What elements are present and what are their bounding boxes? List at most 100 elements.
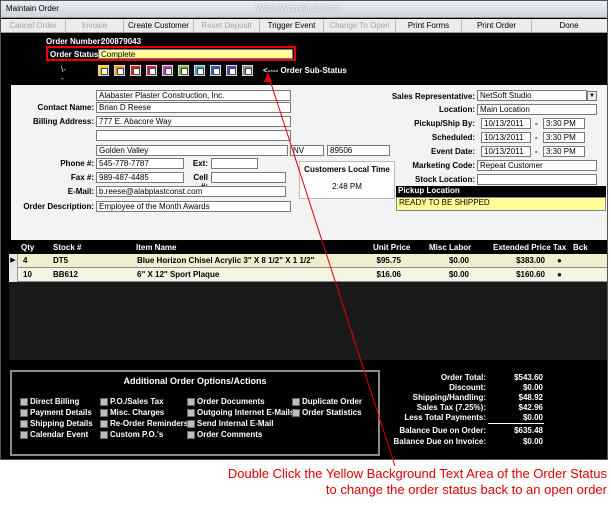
re-order-reminders-link[interactable]: Re-Order Reminders xyxy=(100,419,188,428)
order-total-label: Order Total: xyxy=(440,373,486,382)
title-bar: Maintain Order Work With All Orders xyxy=(1,1,607,18)
po-sales-tax-link[interactable]: P.O./Sales Tax xyxy=(100,397,164,406)
ext-field[interactable] xyxy=(211,158,258,169)
outgoing-emails-link[interactable]: Outgoing Internet E-Mails xyxy=(187,408,294,417)
city-field[interactable]: Golden Valley xyxy=(96,145,288,156)
row-stock: DT5 xyxy=(53,256,69,265)
calendar-event-link[interactable]: Calendar Event xyxy=(20,430,88,439)
fax-field[interactable]: 989-487-4485 xyxy=(96,172,184,183)
done-button[interactable]: Done xyxy=(532,19,606,32)
pickup-time-field[interactable]: 3:30 PM xyxy=(543,118,585,129)
col-bck[interactable]: Bck xyxy=(573,243,588,252)
address1-field[interactable]: 777 E. Abacore Way xyxy=(96,116,291,127)
pickup-ship-label: Pickup/Ship By: xyxy=(414,119,475,128)
totals-divider xyxy=(488,423,544,424)
col-misc-labor[interactable]: Misc Labor xyxy=(429,243,471,252)
order-comments-link[interactable]: Order Comments xyxy=(187,430,262,439)
pickup-location-header: Pickup Location xyxy=(396,186,606,197)
col-tax[interactable]: Tax xyxy=(553,243,566,252)
duplicate-order-link[interactable]: Duplicate Order xyxy=(292,397,362,406)
invoice-button[interactable]: Invoice xyxy=(66,19,124,32)
email-field[interactable]: b.reese@alabplastconst.com xyxy=(96,186,286,197)
col-unit-price[interactable]: Unit Price xyxy=(373,243,410,252)
trigger-event-button[interactable]: Trigger Event xyxy=(260,19,324,32)
payment-details-link[interactable]: Payment Details xyxy=(20,408,92,417)
custom-pos-link[interactable]: Custom P.O.'s xyxy=(100,430,163,439)
sub-status-flag-9[interactable] xyxy=(226,65,237,76)
shipping-details-link[interactable]: Shipping Details xyxy=(20,419,93,428)
marketing-code-field[interactable]: Repeat Customer xyxy=(477,160,597,171)
sub-status-flag-8[interactable] xyxy=(210,65,221,76)
sub-status-flag-7[interactable] xyxy=(194,65,205,76)
direct-billing-link[interactable]: Direct Billing xyxy=(20,397,79,406)
contact-field[interactable]: Brian D Reese xyxy=(96,102,291,113)
sales-rep-dropdown-icon[interactable]: ▼ xyxy=(587,91,597,101)
scheduled-time-field[interactable]: 3:30 PM xyxy=(543,132,585,143)
col-stock[interactable]: Stock # xyxy=(53,243,81,252)
order-number-label: Order Number: xyxy=(46,37,103,46)
location-label: Location: xyxy=(439,105,475,114)
row-misc-labor: $0.00 xyxy=(448,256,469,265)
sales-tax-value: $42.96 xyxy=(518,403,543,412)
reset-deposit-button[interactable]: Reset Deposit xyxy=(194,19,260,32)
location-field[interactable]: Main Location xyxy=(477,104,597,115)
row-tax-icon: ● xyxy=(557,256,562,265)
change-to-open-button[interactable]: Change To Open xyxy=(324,19,396,32)
misc-charges-link[interactable]: Misc. Charges xyxy=(100,408,164,417)
shipping-label: Shipping/Handling: xyxy=(412,393,486,402)
table-row[interactable]: ▶ 4 DT5 Blue Horizon Chisel Acrylic 3" X… xyxy=(9,254,607,268)
col-qty[interactable]: Qty xyxy=(21,243,34,252)
row-selector-icon[interactable]: ▶ xyxy=(9,254,18,268)
print-forms-button[interactable]: Print Forms xyxy=(396,19,462,32)
cell-field[interactable] xyxy=(211,172,286,183)
address2-field[interactable] xyxy=(96,130,291,141)
scheduled-date-field[interactable]: 10/13/2011 xyxy=(481,132,531,143)
stock-location-field[interactable] xyxy=(477,174,597,185)
shipping-value: $48.92 xyxy=(518,393,543,402)
cancel-order-button[interactable]: Cancel Order xyxy=(1,19,66,32)
sub-status-flag-2[interactable] xyxy=(114,65,125,76)
order-items-empty-area[interactable] xyxy=(9,282,607,360)
col-extended-price[interactable]: Extended Price xyxy=(493,243,551,252)
maintain-order-window: Maintain Order Work With All Orders Canc… xyxy=(0,0,608,460)
toolbar: Cancel Order Invoice Create Customer Res… xyxy=(1,19,607,33)
sub-status-flag-1[interactable] xyxy=(98,65,109,76)
callout-text: Double Click the Yellow Background Text … xyxy=(107,466,607,498)
phone-field[interactable]: 545-778-7787 xyxy=(96,158,184,169)
contact-label: Contact Name: xyxy=(37,103,94,112)
balance-invoice-value: $0.00 xyxy=(522,437,543,446)
col-item-name[interactable]: Item Name xyxy=(136,243,176,252)
event-time-field[interactable]: 3:30 PM xyxy=(543,146,585,157)
local-time-value: 2:48 PM xyxy=(332,182,362,191)
order-status-field[interactable]: Complete xyxy=(98,49,293,59)
pickup-date-field[interactable]: 10/13/2011 xyxy=(481,118,531,129)
send-internal-email-link[interactable]: Send Internal E-Mail xyxy=(187,419,273,428)
event-date-field[interactable]: 10/13/2011 xyxy=(481,146,531,157)
order-description-field[interactable]: Employee of the Month Awards xyxy=(96,201,291,212)
sub-status-flag-10[interactable] xyxy=(242,65,253,76)
app-title: Work With All Orders xyxy=(256,3,340,13)
billing-address-label: Billing Address: xyxy=(32,117,94,126)
print-order-button[interactable]: Print Order xyxy=(462,19,532,32)
sub-status-flag-6[interactable] xyxy=(178,65,189,76)
table-row[interactable]: 10 BB612 6" X 12" Sport Plaque $16.06 $0… xyxy=(9,268,607,282)
order-statistics-link[interactable]: Order Statistics xyxy=(292,408,362,417)
row-stock: BB612 xyxy=(53,270,78,279)
sub-status-flag-3[interactable] xyxy=(130,65,141,76)
sub-status-flag-5[interactable] xyxy=(162,65,173,76)
sub-status-flag-4[interactable] xyxy=(146,65,157,76)
balance-order-label: Balance Due on Order: xyxy=(399,426,486,435)
state-field[interactable]: NV xyxy=(290,145,324,156)
callout-line-2: to change the order status back to an op… xyxy=(325,482,607,497)
company-field[interactable]: Alabaster Plaster Construction, Inc. xyxy=(96,90,291,101)
row-item-name: 6" X 12" Sport Plaque xyxy=(137,270,220,279)
create-customer-button[interactable]: Create Customer xyxy=(124,19,194,32)
order-sub-status-label: <---- Order Sub-Status xyxy=(263,66,347,75)
pickup-location-field[interactable]: READY TO BE SHIPPED xyxy=(396,197,606,211)
event-date-label: Event Date: xyxy=(430,147,475,156)
payments-label: Less Total Payments: xyxy=(404,413,486,422)
row-selector-icon[interactable] xyxy=(9,268,18,282)
order-documents-link[interactable]: Order Documents xyxy=(187,397,265,406)
sales-rep-field[interactable]: NetSoft Studio xyxy=(477,90,587,101)
zip-field[interactable]: 89506 xyxy=(327,145,390,156)
